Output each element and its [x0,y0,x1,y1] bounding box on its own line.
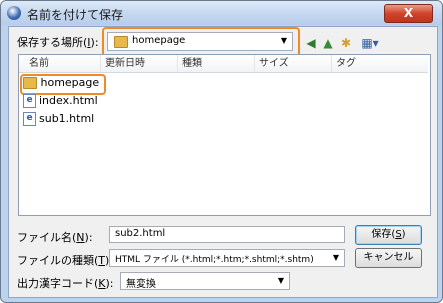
close-button[interactable]: X [384,4,433,23]
column-modified[interactable]: 更新日時 [101,55,178,72]
folder-icon [114,36,128,48]
file-name: sub1.html [39,112,95,125]
encoding-select[interactable]: 無変換 ▼ [120,272,290,290]
title-bar[interactable]: 名前を付けて保存 X [1,1,442,25]
filetype-select[interactable]: HTML ファイル (*.html;*.htm;*.shtml;*.shtm) … [109,249,345,267]
filename-label: ファイル名(N): [17,231,93,244]
filename-field[interactable]: sub2.html [109,226,345,243]
file-name: homepage [40,76,100,89]
filetype-label: ファイルの種類(T): [17,254,113,267]
column-header-row: 名前 更新日時 種類 サイズ タグ [19,55,428,73]
new-folder-icon[interactable]: ✱ [339,36,353,50]
column-name[interactable]: 名前 [19,55,101,72]
folder-icon [23,77,37,89]
dialog-body: 保存する場所(I): homepage ▼ ◀ ▲ ✱ ▦▾ 名前 更新日時 種… [8,26,438,298]
file-list[interactable]: 名前 更新日時 種類 サイズ タグ homepage e index.html e… [18,54,431,216]
location-combobox[interactable]: homepage ▼ [107,32,293,51]
column-tags[interactable]: タグ [332,55,428,72]
list-item[interactable]: homepage [23,75,99,91]
location-value: homepage [132,35,186,46]
window-title: 名前を付けて保存 [27,8,124,22]
view-menu-icon[interactable]: ▦▾ [359,36,381,50]
chevron-down-icon: ▼ [277,276,284,285]
ie-html-icon: e [23,112,36,126]
column-size[interactable]: サイズ [255,55,332,72]
ie-html-icon: e [23,94,36,108]
cancel-button[interactable]: キャンセル [355,248,422,268]
save-as-dialog: 名前を付けて保存 X 保存する場所(I): homepage ▼ ◀ ▲ ✱ ▦… [0,0,443,303]
app-icon [7,6,21,20]
list-item[interactable]: e sub1.html [23,111,94,127]
chevron-down-icon: ▼ [332,253,339,262]
chevron-down-icon: ▼ [280,36,287,45]
list-item[interactable]: e index.html [23,93,98,109]
save-button[interactable]: 保存(S) [355,225,422,245]
encoding-label: 出力漢字コード(K): [17,277,114,290]
up-folder-icon[interactable]: ▲ [321,36,335,50]
location-label: 保存する場所(I): [17,36,99,49]
file-name: index.html [39,94,98,107]
back-icon[interactable]: ◀ [304,36,318,50]
column-type[interactable]: 種類 [178,55,255,72]
